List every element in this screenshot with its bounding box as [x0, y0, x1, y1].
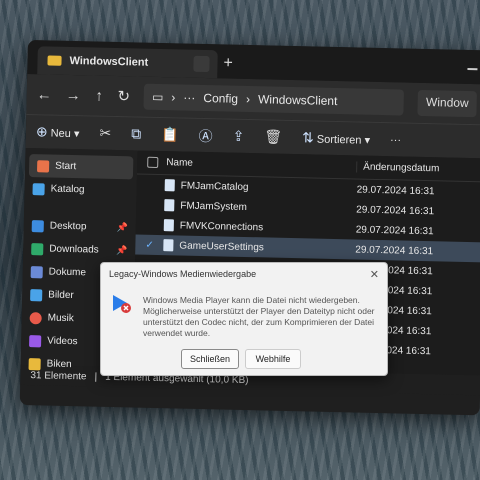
close-tab-button[interactable]	[193, 55, 210, 73]
download-icon	[31, 242, 44, 255]
up-arrow-icon[interactable]: ↑	[95, 87, 104, 104]
search-input[interactable]: Window	[417, 89, 477, 118]
rename-icon[interactable]: Ⓐ	[198, 125, 212, 145]
close-button[interactable]: Schließen	[181, 349, 239, 369]
monitor-icon: ▭	[151, 89, 164, 105]
music-icon	[29, 311, 42, 324]
chevron-right-icon: ›	[245, 91, 251, 107]
column-header-date[interactable]: Änderungsdatum	[356, 161, 440, 175]
address-bar[interactable]: ▭ › ··· Config › WindowsClient	[143, 83, 405, 116]
gallery-icon	[32, 182, 45, 195]
back-arrow-icon[interactable]: ←	[37, 86, 52, 103]
forward-arrow-icon[interactable]: →	[66, 86, 81, 103]
pin-icon: 📌	[115, 245, 128, 256]
sidebar-item-start[interactable]: Start	[28, 154, 134, 180]
chevron-right-icon: ›	[171, 90, 176, 105]
column-header-name[interactable]: Name	[166, 157, 356, 172]
video-icon	[29, 334, 42, 347]
folder-icon	[28, 357, 41, 370]
delete-icon[interactable]: 🗑	[264, 128, 282, 145]
home-icon	[37, 159, 50, 173]
more-options-button[interactable]: ···	[390, 134, 401, 146]
sort-icon: ⇅	[301, 129, 315, 146]
cut-icon[interactable]: ✂	[99, 125, 111, 142]
sidebar-item-downloads[interactable]: Downloads 📌	[23, 237, 135, 263]
document-icon	[30, 265, 43, 278]
breadcrumb-windowsclient[interactable]: WindowsClient	[258, 92, 338, 108]
file-icon	[164, 179, 175, 192]
sort-button[interactable]: ⇅ Sortieren ▾	[302, 129, 370, 148]
breadcrumb-more[interactable]: ···	[183, 91, 195, 105]
select-all-checkbox[interactable]	[147, 156, 159, 168]
folder-icon	[47, 55, 62, 66]
pin-icon: 📌	[116, 222, 128, 233]
web-help-button[interactable]: Webhilfe	[245, 349, 301, 369]
file-icon	[163, 239, 174, 252]
new-button[interactable]: ⊕ Neu ▾	[36, 123, 80, 141]
tab-title: WindowsClient	[69, 54, 149, 69]
file-icon	[164, 199, 175, 212]
close-icon[interactable]: ✕	[370, 268, 379, 281]
divider: |	[94, 371, 98, 383]
breadcrumb-config[interactable]: Config	[203, 91, 238, 106]
copy-icon[interactable]: ⧉	[131, 125, 141, 142]
desktop-icon	[31, 219, 44, 232]
refresh-icon[interactable]: ↻	[117, 87, 130, 105]
file-icon	[163, 219, 174, 232]
plus-circle-icon: ⊕	[35, 123, 48, 140]
sidebar-item-desktop[interactable]: Desktop 📌	[24, 214, 136, 240]
paste-icon[interactable]: 📋	[161, 126, 179, 143]
new-tab-button[interactable]: +	[223, 54, 233, 72]
pictures-icon	[30, 288, 43, 301]
media-playback-error-dialog: Legacy-Windows Medienwiedergabe ✕ Window…	[100, 262, 388, 376]
sidebar-item-katalog[interactable]: Katalog	[24, 177, 136, 203]
share-icon[interactable]: ⇪	[232, 128, 244, 145]
dialog-title: Legacy-Windows Medienwiedergabe	[109, 269, 257, 279]
minimize-button[interactable]	[467, 67, 478, 71]
tab-windowsclient[interactable]: WindowsClient	[37, 46, 218, 79]
media-player-error-icon	[113, 295, 131, 313]
dialog-message: Windows Media Player kann die Datei nich…	[143, 295, 375, 338]
item-count: 31 Elemente	[30, 369, 87, 382]
checkmark-icon[interactable]: ✓	[145, 239, 154, 250]
